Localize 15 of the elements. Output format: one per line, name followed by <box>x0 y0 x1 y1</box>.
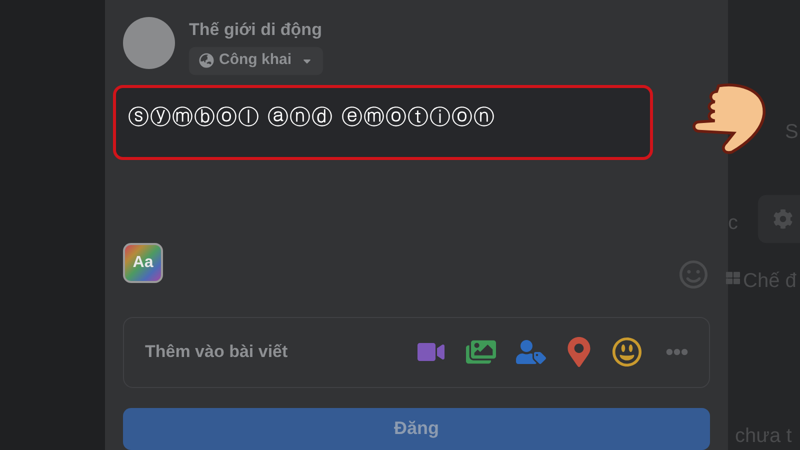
gear-icon <box>773 209 793 229</box>
post-text: ⓢⓨⓜⓑⓞⓛ ⓐⓝⓓ ⓔⓜⓞⓣⓘⓞⓝ <box>128 104 496 128</box>
pointing-hand-icon <box>690 82 768 154</box>
post-text-field[interactable]: ⓢⓨⓜⓑⓞⓛ ⓐⓝⓓ ⓔⓜⓞⓣⓘⓞⓝ <box>113 84 653 160</box>
avatar <box>123 17 175 69</box>
author-name: Thế giới di động <box>189 19 323 41</box>
globe-icon <box>199 53 214 68</box>
photo-icon[interactable] <box>466 338 496 366</box>
feeling-icon[interactable] <box>612 337 642 368</box>
style-label: Aa <box>132 253 154 274</box>
location-icon[interactable] <box>566 337 592 368</box>
emoji-icon[interactable] <box>679 260 708 289</box>
add-to-post-label: Thêm vào bài viết <box>145 341 289 364</box>
text-style-button[interactable]: Aa <box>123 243 163 284</box>
audience-dropdown[interactable]: Công khai <box>189 46 323 74</box>
